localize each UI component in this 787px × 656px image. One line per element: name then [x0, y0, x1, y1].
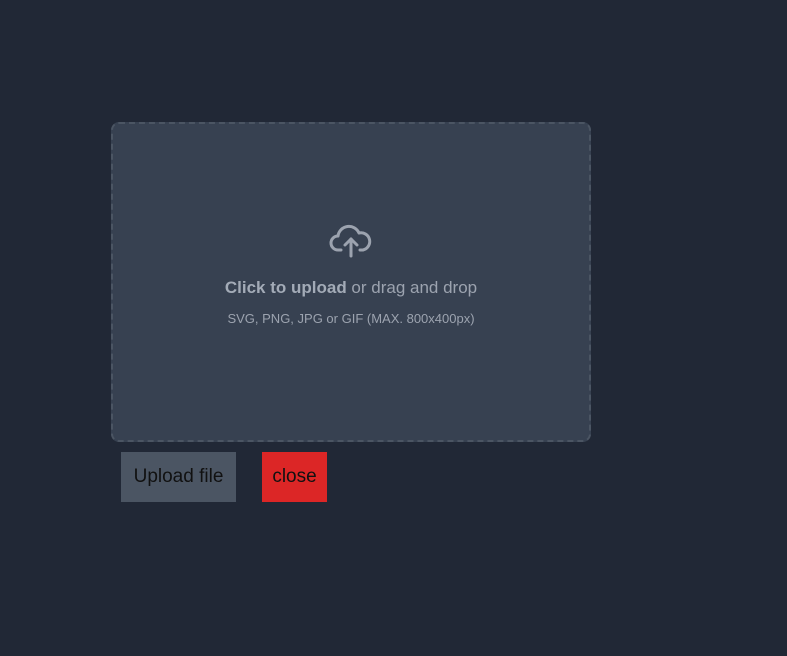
dropzone-content: Click to upload or drag and drop SVG, PN…	[113, 224, 589, 326]
close-button[interactable]: close	[262, 452, 327, 502]
upload-instruction: Click to upload or drag and drop	[225, 278, 477, 298]
drag-drop-text: or drag and drop	[346, 278, 478, 297]
click-to-upload-text: Click to upload	[224, 278, 347, 297]
file-dropzone[interactable]: Click to upload or drag and drop SVG, PN…	[111, 122, 591, 442]
file-type-hint: SVG, PNG, JPG or GIF (MAX. 800x400px)	[227, 311, 475, 326]
cloud-upload-icon	[329, 224, 372, 258]
upload-file-button[interactable]: Upload file	[121, 452, 236, 502]
